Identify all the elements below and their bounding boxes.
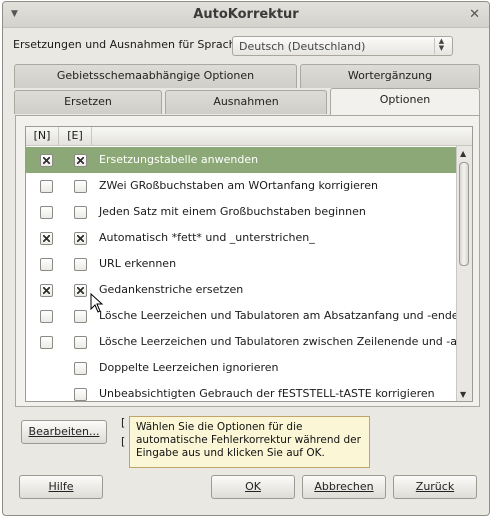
title-bar: ▼ AutoKorrektur ✕ [3,2,489,28]
list-item[interactable]: Unbeabsichtigten Gebrauch der fESTSTELL-… [26,381,457,401]
checkbox-e[interactable] [74,154,87,167]
tab-ausnahmen[interactable]: Ausnahmen [165,90,327,114]
partial-bracket-2: [ [121,435,126,448]
mouse-cursor-icon [90,293,104,313]
scroll-up-icon[interactable]: ▲ [460,149,466,158]
checkbox-n[interactable] [40,258,53,271]
scrollbar[interactable]: ▲ ▼ [456,146,472,401]
tab-gebietsschema[interactable]: Gebietsschemaabhängige Optionen [14,64,297,88]
checkbox-e[interactable] [74,232,87,245]
checkbox-n[interactable] [40,206,53,219]
checkbox-n[interactable] [40,336,53,349]
column-header-n[interactable]: [N] [26,127,59,146]
tab-optionen[interactable]: Optionen [330,88,480,115]
tab-ersetzen[interactable]: Ersetzen [14,90,162,114]
autokorrektur-dialog: ▼ AutoKorrektur ✕ Ersetzungen und Ausnah… [2,1,490,516]
scrollbar-thumb[interactable] [459,162,469,266]
checkbox-n[interactable] [40,180,53,193]
options-list: [N] [E] Ersetzungstabelle anwenden ZWei G… [25,126,473,402]
help-button[interactable]: Hilfe [19,475,103,499]
list-item[interactable]: Lösche Leerzeichen und Tabulatoren zwisc… [26,329,472,355]
checkbox-n[interactable] [40,232,53,245]
tab-wortergaenzung[interactable]: Wortergänzung [300,64,480,88]
tooltip: Wählen Sie die Optionen für die automati… [129,416,370,468]
list-item[interactable]: Jeden Satz mit einem Großbuchstaben begi… [26,199,457,225]
list-item[interactable]: ZWei GRoßbuchstaben am WOrtanfang korrig… [26,173,457,199]
list-header: [N] [E] [26,127,472,146]
checkbox-e[interactable] [74,310,87,323]
column-header-e[interactable]: [E] [59,127,92,146]
list-item-label: Lösche Leerzeichen und Tabulatoren am Ab… [99,309,459,322]
list-item-label: Automatisch *fett* und _unterstrichen_ [99,231,315,244]
spinner-icon[interactable]: ▲ ▼ [434,38,448,54]
checkbox-n[interactable] [40,310,53,323]
help-button-label: Hilfe [48,480,74,493]
list-item-label: ZWei GRoßbuchstaben am WOrtanfang korrig… [99,179,378,192]
list-item-label: Ersetzungstabelle anwenden [99,153,259,166]
list-item-label: Gedankenstriche ersetzen [99,283,244,296]
ok-button[interactable]: OK [211,475,295,499]
list-item[interactable]: Ersetzungstabelle anwenden [26,147,457,173]
list-item-label: URL erkennen [99,257,177,270]
checkbox-e[interactable] [74,206,87,219]
ok-button-label: OK [245,480,261,493]
checkbox-e[interactable] [74,180,87,193]
checkbox-e[interactable] [74,258,87,271]
checkbox-e[interactable] [74,336,87,349]
checkbox-e[interactable] [74,388,87,401]
edit-button-label: Bearbeiten... [28,425,100,438]
list-item-label: Jeden Satz mit einem Großbuchstaben begi… [99,205,366,218]
list-item-label: Unbeabsichtigten Gebrauch der fESTSTELL-… [99,387,435,400]
language-label: Ersetzungen und Ausnahmen für Sprache: [13,38,247,51]
window-title: AutoKorrektur [193,7,299,22]
cancel-button-label: Abbrechen [314,480,374,493]
list-item[interactable]: Automatisch *fett* und _unterstrichen_ [26,225,457,251]
back-button[interactable]: Zurück [393,475,477,499]
language-select[interactable]: Deutsch (Deutschland) ▲ ▼ [232,36,453,56]
close-icon[interactable]: ✕ [469,7,480,22]
checkbox-n[interactable] [40,154,53,167]
partial-bracket-1: [ [121,416,126,429]
scroll-down-icon[interactable]: ▼ [460,390,466,399]
list-item-label: Lösche Leerzeichen und Tabulatoren zwisc… [99,335,473,348]
checkbox-n[interactable] [40,284,53,297]
checkbox-e[interactable] [74,284,87,297]
cancel-button[interactable]: Abbrechen [302,475,386,499]
list-item[interactable]: Doppelte Leerzeichen ignorieren [26,355,457,381]
list-item-label: Doppelte Leerzeichen ignorieren [99,361,279,374]
edit-button[interactable]: Bearbeiten... [21,420,107,444]
checkbox-e[interactable] [74,362,87,375]
back-button-label: Zurück [415,480,455,493]
list-item[interactable]: URL erkennen [26,251,457,277]
language-value: Deutsch (Deutschland) [239,40,366,53]
